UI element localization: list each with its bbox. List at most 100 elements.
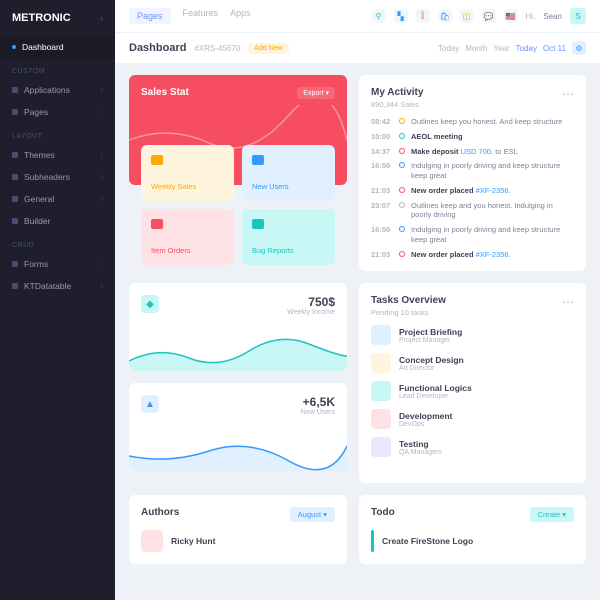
activity-time: 16:50 — [371, 161, 393, 170]
sidebar-item-general[interactable]: General› — [0, 188, 115, 210]
activity-row: 16:50Indulging in poorly driving and kee… — [371, 161, 574, 181]
sidebar-item-label: Dashboard — [22, 42, 64, 52]
activity-title: My Activity — [371, 87, 423, 98]
todo-title: Todo — [371, 507, 395, 518]
topnav-pages[interactable]: Pages — [129, 8, 171, 24]
order-icon — [151, 219, 163, 229]
tasks-card: Tasks Overview Pending 10 tasks ⋯ Projec… — [359, 283, 586, 483]
sales-title: Sales Stat — [141, 87, 189, 98]
activity-time: 23:07 — [371, 201, 393, 210]
activity-row: 16:50Indulging in poorly driving and kee… — [371, 225, 574, 245]
compile-icon[interactable]: ▚ — [394, 9, 408, 23]
add-new-button[interactable]: Add New — [248, 43, 288, 54]
chart-icon[interactable]: ⫿ — [416, 9, 430, 23]
chat-icon[interactable]: 💬 — [482, 9, 496, 23]
timeline-dot-icon — [399, 251, 405, 257]
activity-row: 21:03New order placed #XF-2356. — [371, 186, 574, 196]
tasks-sub: Pending 10 tasks — [371, 308, 446, 317]
tile-label: Weekly Sales — [151, 182, 224, 191]
todo-marker — [371, 530, 374, 552]
tile-label: Bug Reports — [252, 246, 325, 255]
menu-icon[interactable]: ⋯ — [562, 87, 574, 101]
search-icon[interactable]: ⚲ — [372, 9, 386, 23]
task-icon — [371, 437, 391, 457]
sidebar-section: CRUD — [0, 232, 115, 253]
sidebar-item-label: Applications — [24, 85, 70, 95]
widget-label: Weekly Income — [287, 309, 335, 316]
activity-row: 14:37Make deposit USD 700. to ESL — [371, 147, 574, 157]
subheader: Dashboard #XRS-45670 Add New Today Month… — [115, 32, 600, 63]
tab-today-active[interactable]: Today — [516, 44, 537, 53]
date-label[interactable]: Oct 11 — [543, 44, 566, 53]
theme-icon — [12, 152, 18, 158]
menu-icon[interactable]: ⋯ — [562, 295, 574, 309]
task-row[interactable]: Project BriefingProject Manager — [371, 325, 574, 345]
tab-today[interactable]: Today — [438, 44, 459, 53]
page-title: Dashboard — [129, 42, 186, 54]
sidebar-toggle-icon[interactable]: ‹ — [100, 13, 103, 23]
dot-icon — [12, 45, 16, 49]
tile-bug-reports[interactable]: Bug Reports — [242, 209, 335, 265]
sidebar-item-builder[interactable]: Builder — [0, 210, 115, 232]
sidebar-item-dashboard[interactable]: Dashboard — [0, 36, 115, 58]
tile-new-users[interactable]: New Users — [242, 145, 335, 201]
task-row[interactable]: Functional LogicsLead Developer — [371, 381, 574, 401]
sidebar-item-pages[interactable]: Pages› — [0, 101, 115, 123]
task-icon — [371, 353, 391, 373]
page-ref: #XRS-45670 — [194, 44, 240, 53]
activity-time: 21:03 — [371, 250, 393, 259]
task-name: Functional Logics — [399, 383, 472, 393]
topbar-right: ⚲ ▚ ⫿ 🛍 ◫ 💬 🇺🇸 Hi, Sean S — [372, 8, 586, 24]
tasks-title: Tasks Overview — [371, 295, 446, 306]
tile-item-orders[interactable]: Item Orders — [141, 209, 234, 265]
sidebar-section: Layout — [0, 123, 115, 144]
topnav-features[interactable]: Features — [183, 8, 219, 24]
quick-icon[interactable]: ◫ — [460, 9, 474, 23]
tab-year[interactable]: Year — [493, 44, 509, 53]
tile-label: Item Orders — [151, 246, 224, 255]
user-name: Sean — [543, 12, 562, 21]
topbar: Pages Features Apps ⚲ ▚ ⫿ 🛍 ◫ 💬 🇺🇸 Hi, S… — [115, 0, 600, 32]
activity-text: New order placed #XF-2356. — [411, 186, 574, 196]
sidebar-item-ktdatatable[interactable]: KTDatatable › — [0, 275, 115, 297]
chevron-right-icon: › — [101, 109, 103, 116]
task-row[interactable]: TestingQA Managers — [371, 437, 574, 457]
task-sub: Project Manager — [399, 337, 462, 344]
activity-row: 23:07Outlines keep and you honest. Indul… — [371, 201, 574, 221]
authors-filter-button[interactable]: August ▾ — [290, 507, 335, 522]
activity-row: 21:03New order placed #XF-2356. — [371, 250, 574, 260]
export-button[interactable]: Export ▾ — [297, 87, 335, 99]
tab-month[interactable]: Month — [465, 44, 487, 53]
chart-icon — [151, 155, 163, 165]
chevron-right-icon: › — [101, 152, 103, 159]
authors-card: Authors August ▾ Ricky Hunt — [129, 495, 347, 564]
activity-time: 08:42 — [371, 117, 393, 126]
authors-title: Authors — [141, 507, 179, 518]
chevron-right-icon: › — [101, 87, 103, 94]
topnav-apps[interactable]: Apps — [230, 8, 251, 24]
pages-icon — [12, 109, 18, 115]
filter-icon[interactable]: ⚙ — [572, 41, 586, 55]
chevron-right-icon: › — [101, 283, 103, 290]
sidebar-item-forms[interactable]: Forms› — [0, 253, 115, 275]
builder-icon — [12, 218, 18, 224]
sidebar-item-label: General — [24, 194, 54, 204]
activity-card: My Activity 890,344 Sales ⋯ 08:42Outline… — [359, 75, 586, 271]
sidebar-section: Custom — [0, 58, 115, 79]
cart-icon[interactable]: 🛍 — [438, 9, 452, 23]
tile-weekly-sales[interactable]: Weekly Sales — [141, 145, 234, 201]
create-button[interactable]: Create ▾ — [530, 507, 574, 522]
activity-text: Indulging in poorly driving and keep str… — [411, 225, 574, 245]
users-icon: ▲ — [141, 395, 159, 413]
sidebar-item-label: Builder — [24, 216, 50, 226]
sidebar-item-subheaders[interactable]: Subheaders› — [0, 166, 115, 188]
task-row[interactable]: Concept DesignArt Director — [371, 353, 574, 373]
task-row[interactable]: DevelopmentDevOps — [371, 409, 574, 429]
sidebar-item-applications[interactable]: Applications › — [0, 79, 115, 101]
avatar[interactable]: S — [570, 8, 586, 24]
sidebar-item-themes[interactable]: Themes› — [0, 144, 115, 166]
sidebar-item-label: KTDatatable — [24, 281, 71, 291]
flag-icon[interactable]: 🇺🇸 — [504, 9, 518, 23]
author-name: Ricky Hunt — [171, 536, 215, 546]
activity-sub: 890,344 Sales — [371, 100, 423, 109]
